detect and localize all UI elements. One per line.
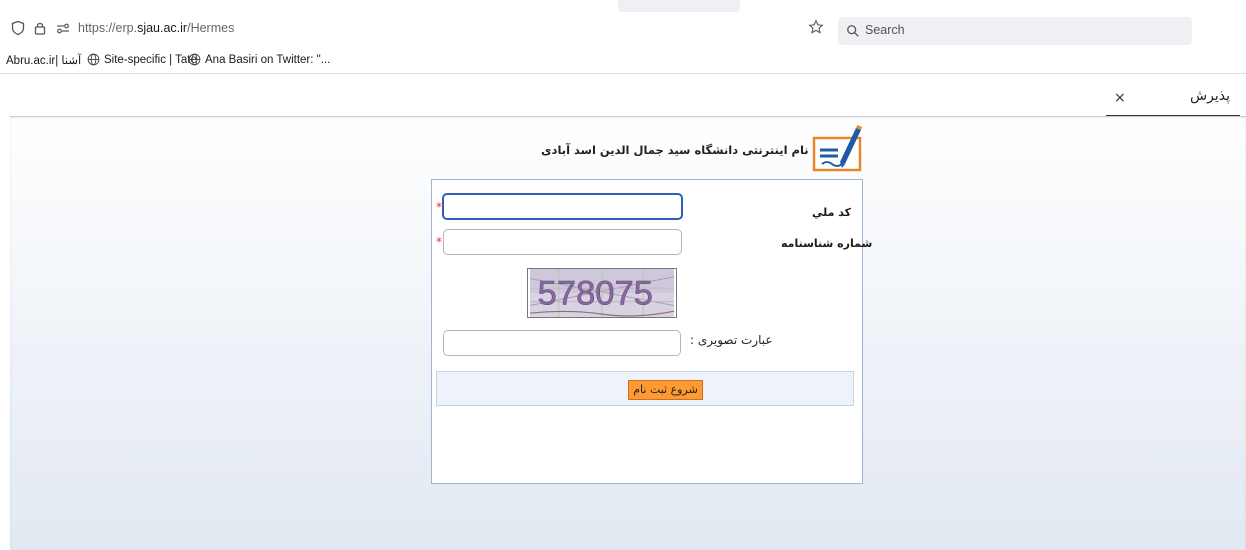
url-domain: sjau.ac.ir [137,21,188,35]
lock-icon[interactable] [32,20,48,36]
url-path: /Hermes [187,21,235,35]
start-registration-button[interactable]: شروع ثبت نام [628,380,703,400]
search-icon [847,25,859,37]
captcha-image: 578075 [527,268,677,318]
bookmark-item-tate[interactable]: Site-specific | Tate [87,53,197,66]
id-number-input[interactable] [443,229,682,255]
tab-label: پذیرش [1190,88,1230,104]
id-number-label: شماره شناسنامه [781,237,873,250]
permissions-icon[interactable] [55,20,71,36]
shield-icon[interactable] [10,20,26,36]
close-icon[interactable]: × [1114,90,1126,106]
captcha-label: عبارت تصویری : [690,333,773,347]
bookmark-label: Abru.ac.ir| آشنا [6,55,82,67]
bookmark-item-abru[interactable]: Abru.ac.ir| آشنا [6,53,81,67]
page-tab-bar: × پذیرش [0,74,1246,116]
globe-icon [87,53,100,66]
address-bar[interactable]: https://erp.sjau.ac.ir/Hermes [78,21,234,35]
captcha-input[interactable] [443,330,681,356]
browser-toolbar: https://erp.sjau.ac.ir/Hermes Search [0,0,1246,46]
search-field[interactable]: Search [838,17,1192,45]
national-code-input[interactable] [442,193,683,220]
page-title: ثبت نام اینترنتی دانشگاه سید جمال الدین … [541,143,834,157]
bookmark-item-ana-basiri[interactable]: Ana Basiri on Twitter: "... [188,53,330,66]
captcha-text: 578075 [538,275,653,313]
bookmark-star-icon[interactable] [808,19,824,35]
bookmark-label: Site-specific | Tate [104,53,197,66]
bookmark-label: Ana Basiri on Twitter: "... [205,53,331,66]
globe-icon [188,53,201,66]
url-prefix: https://erp. [78,21,138,35]
tab-admission[interactable]: × پذیرش [1106,84,1240,116]
registration-logo-icon [812,125,862,172]
national-code-label: کد ملي [812,206,852,219]
search-placeholder: Search [865,23,905,37]
bookmarks-bar: Abru.ac.ir| آشنا Site-specific | Tate An… [0,46,1246,74]
tab-strip-edge [618,0,740,12]
required-mark: * [436,235,442,249]
